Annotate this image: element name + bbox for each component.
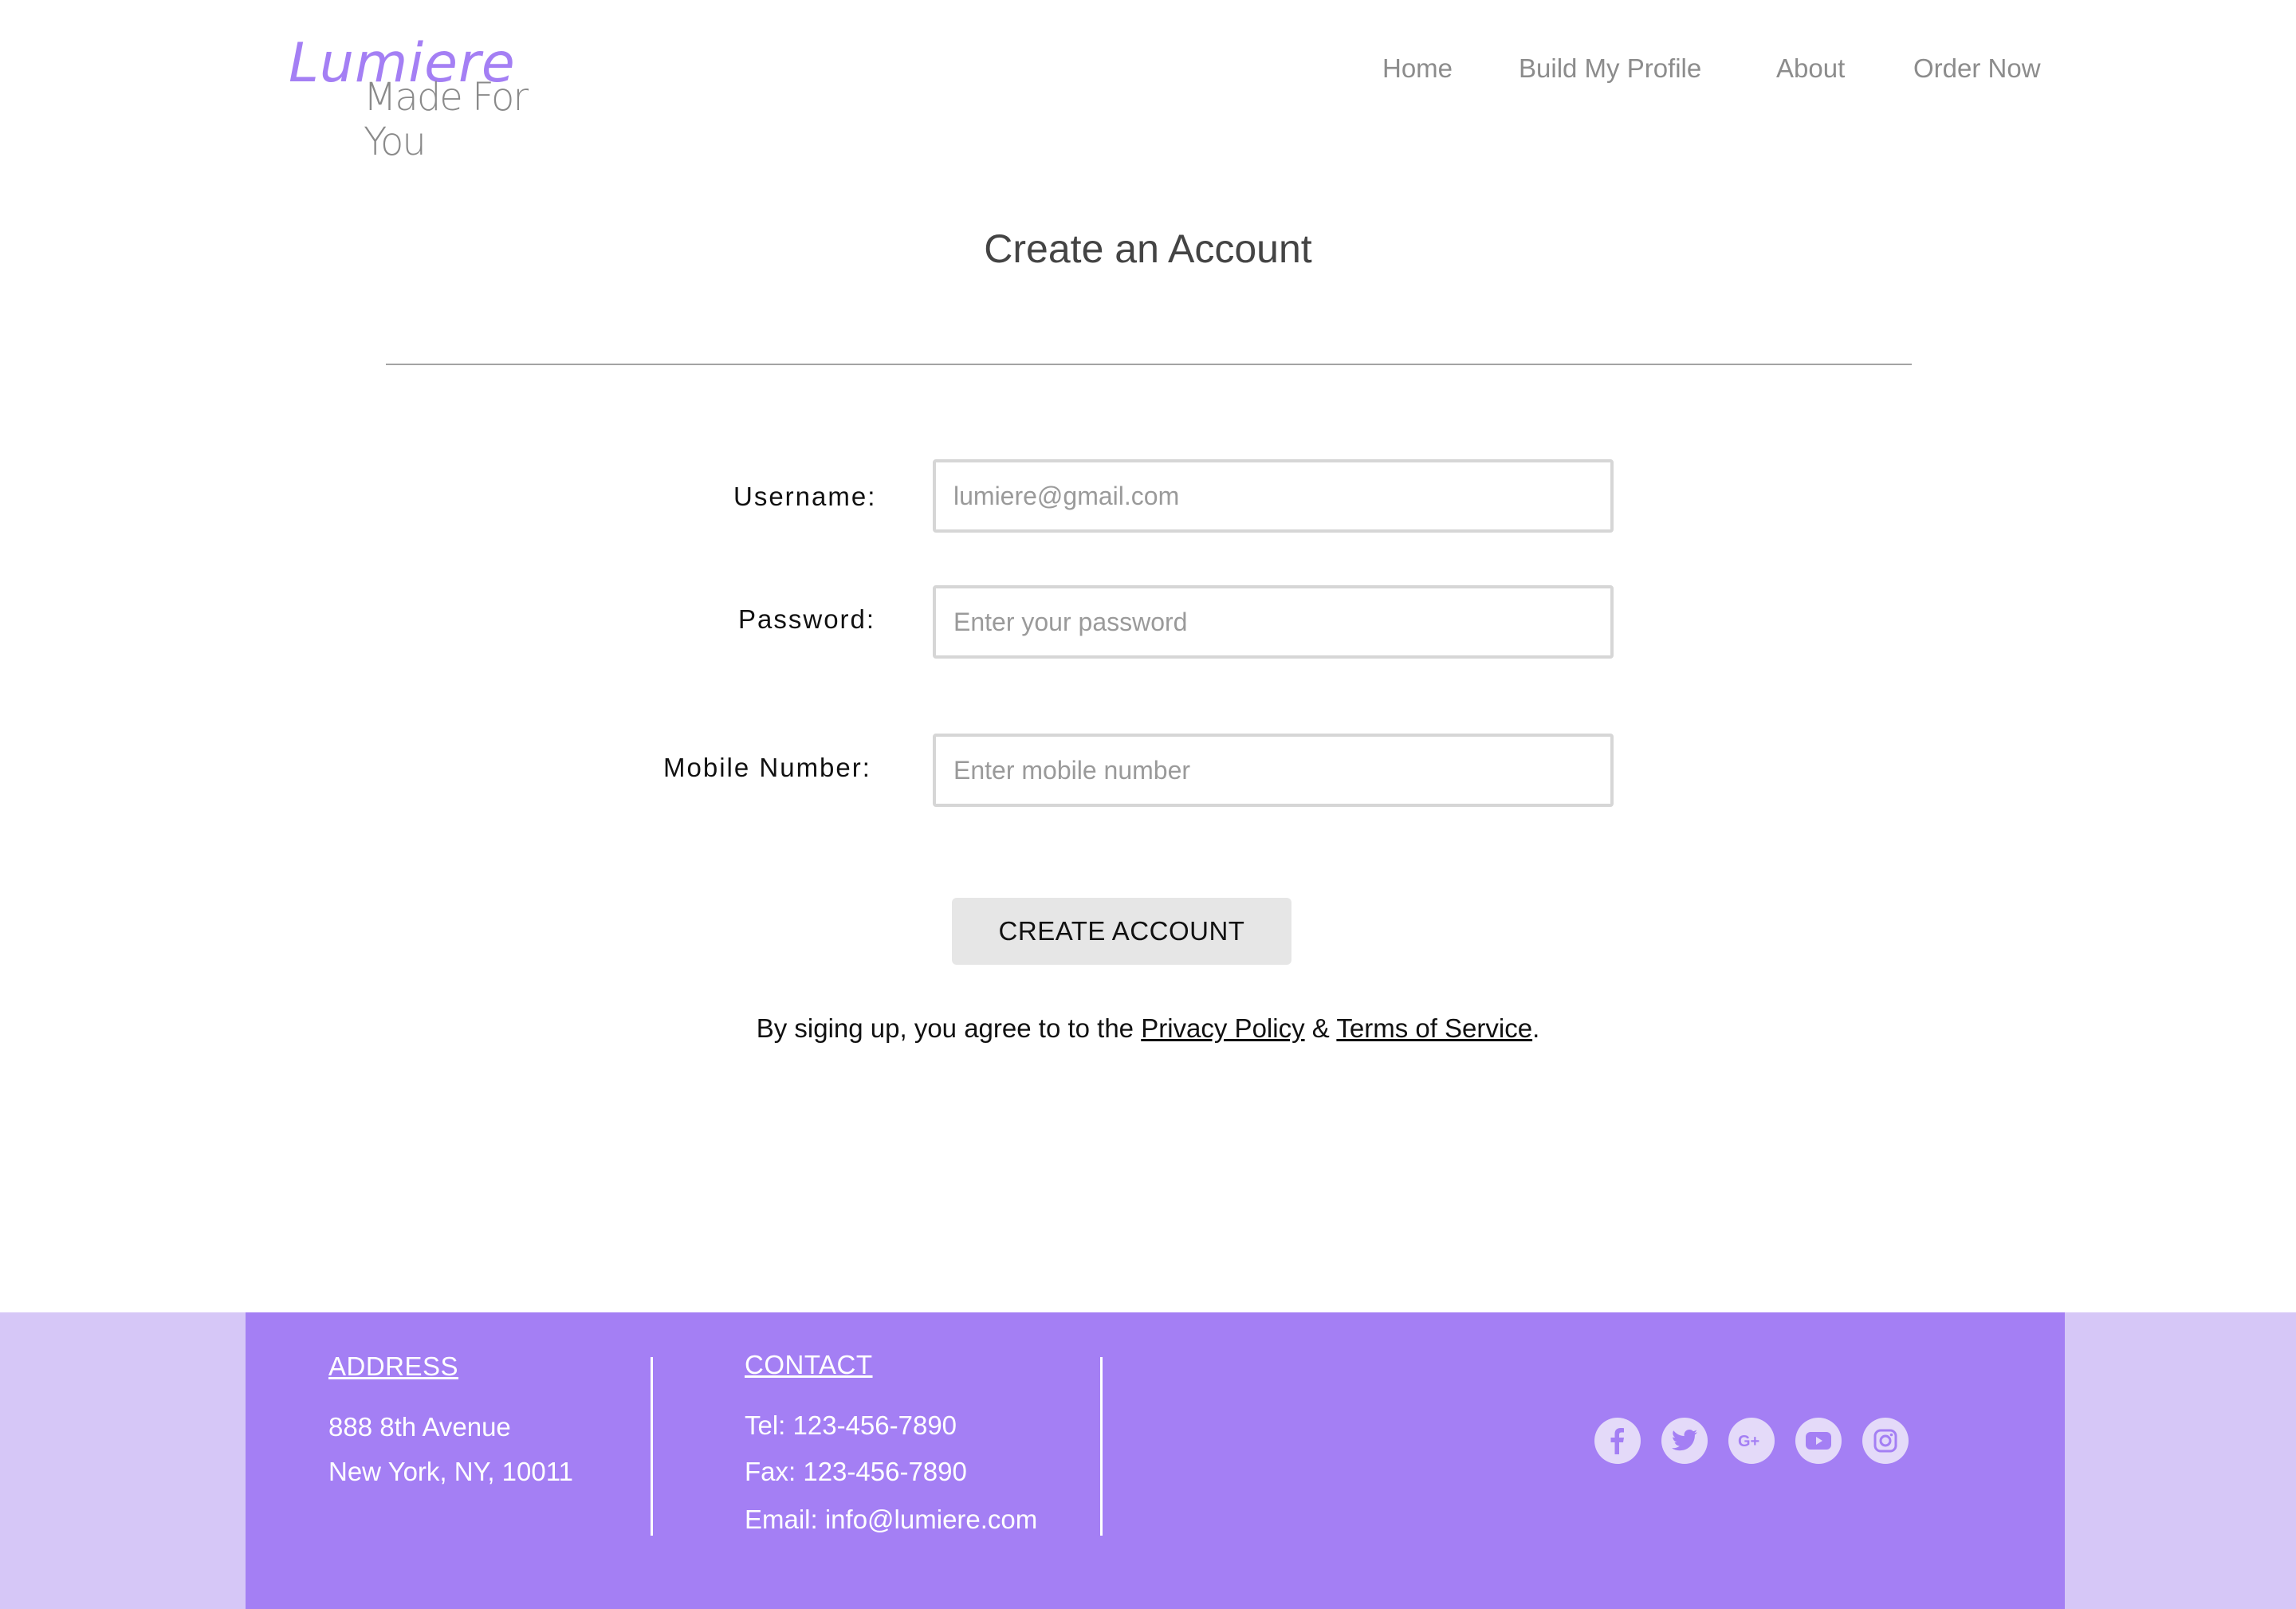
- agreement-text: By siging up, you agree to to the Privac…: [0, 1011, 2296, 1046]
- privacy-policy-link[interactable]: Privacy Policy: [1141, 1013, 1304, 1043]
- username-label: Username:: [733, 482, 877, 511]
- logo-tagline: Made For You: [364, 75, 529, 164]
- nav-order-now[interactable]: Order Now: [1913, 53, 2041, 85]
- password-label: Password:: [738, 604, 876, 634]
- footer: ADDRESS 888 8th Avenue New York, NY, 100…: [246, 1312, 2065, 1609]
- footer-divider: [651, 1357, 653, 1536]
- title-divider: [386, 364, 1912, 365]
- nav-build-my-profile[interactable]: Build My Profile: [1519, 53, 1701, 85]
- contact-fax: Fax: 123-456-7890: [745, 1457, 967, 1486]
- contact-heading: CONTACT: [745, 1350, 873, 1379]
- username-input[interactable]: [933, 459, 1614, 533]
- twitter-icon[interactable]: [1661, 1418, 1708, 1464]
- agreement-middle: &: [1304, 1013, 1337, 1043]
- svg-text:G+: G+: [1738, 1433, 1759, 1450]
- create-account-button[interactable]: CREATE ACCOUNT: [952, 898, 1292, 965]
- agreement-prefix: By siging up, you agree to to the: [756, 1013, 1142, 1043]
- address-line-2: New York, NY, 10011: [328, 1457, 573, 1486]
- page-title: Create an Account: [0, 223, 2296, 274]
- mobile-number-input[interactable]: [933, 734, 1614, 807]
- password-input[interactable]: [933, 585, 1614, 659]
- agreement-suffix: .: [1532, 1013, 1540, 1043]
- terms-of-service-link[interactable]: Terms of Service: [1336, 1013, 1532, 1043]
- mobile-number-label: Mobile Number:: [663, 753, 871, 782]
- address-line-1: 888 8th Avenue: [328, 1412, 511, 1442]
- contact-tel: Tel: 123-456-7890: [745, 1410, 957, 1440]
- facebook-icon[interactable]: [1594, 1418, 1641, 1464]
- nav-home[interactable]: Home: [1382, 53, 1453, 85]
- contact-email: Email: info@lumiere.com: [745, 1505, 1038, 1534]
- logo[interactable]: Lumiere Made For You: [289, 32, 592, 164]
- youtube-icon[interactable]: [1795, 1418, 1842, 1464]
- footer-divider: [1100, 1357, 1103, 1536]
- address-heading: ADDRESS: [328, 1351, 459, 1381]
- instagram-icon[interactable]: [1862, 1418, 1909, 1464]
- page-title-text: Create an Account: [984, 226, 1312, 271]
- nav-about[interactable]: About: [1776, 53, 1845, 85]
- google-plus-icon[interactable]: G+: [1728, 1418, 1775, 1464]
